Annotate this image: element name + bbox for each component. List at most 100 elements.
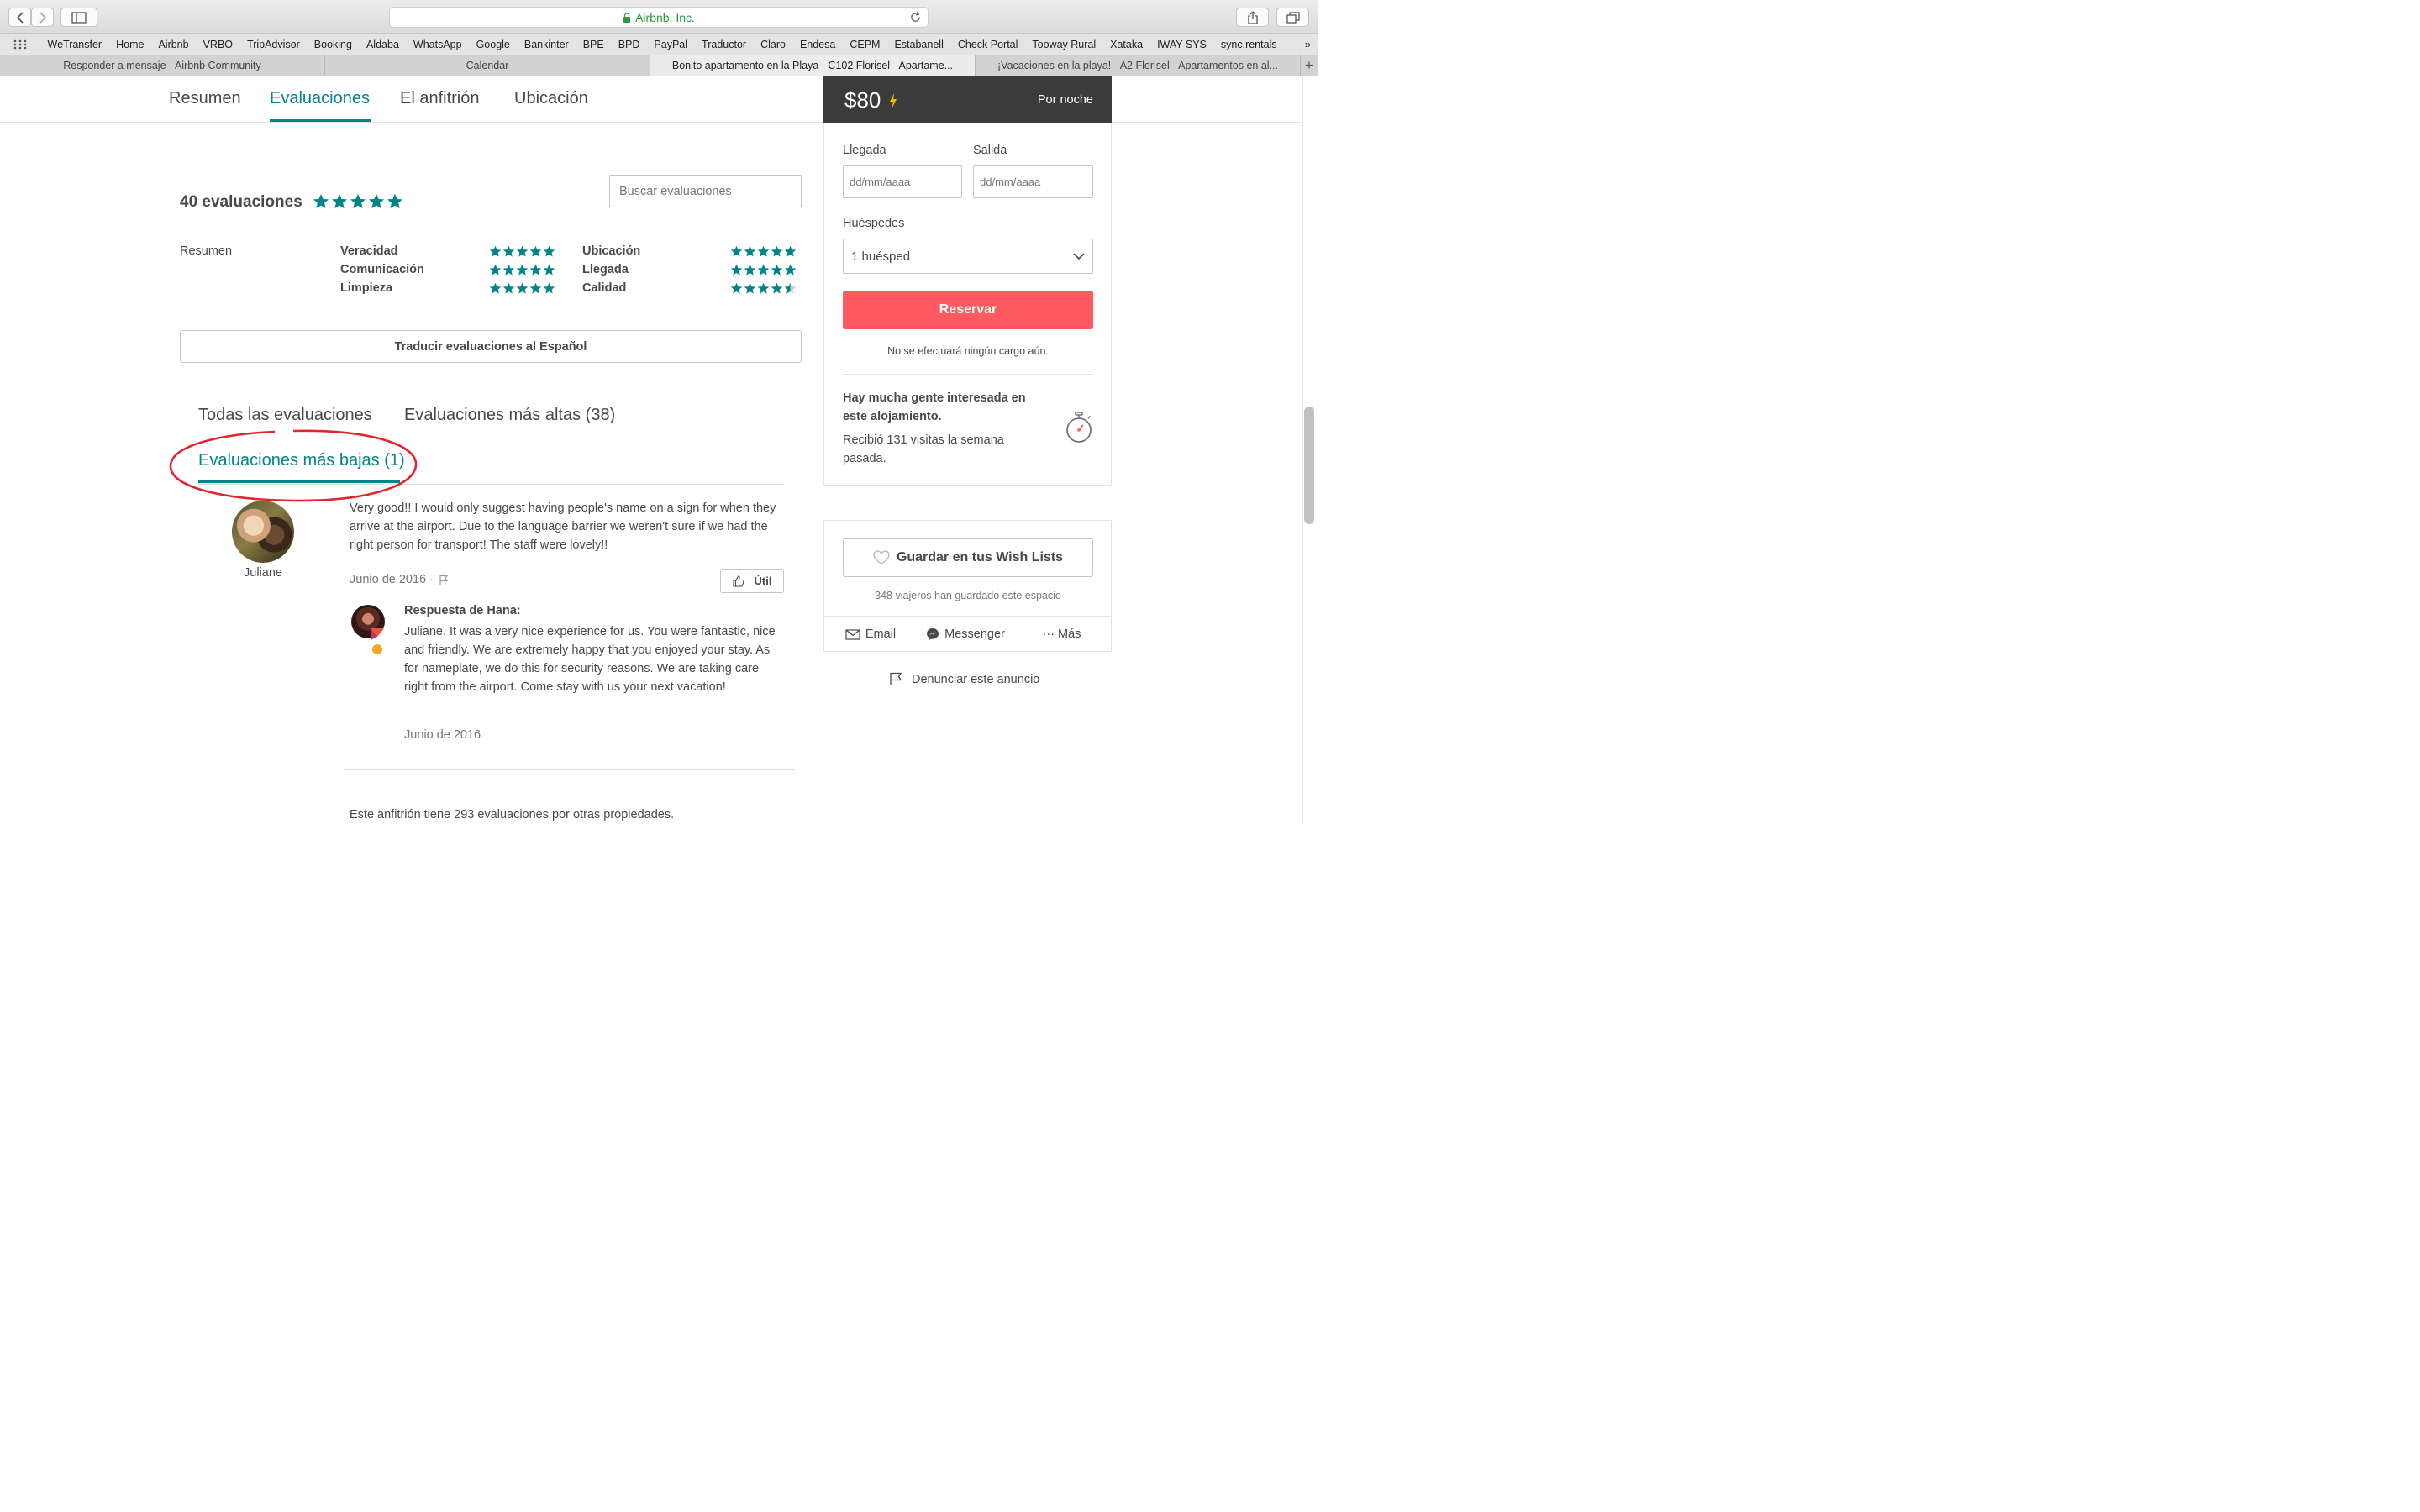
search-reviews-input[interactable] — [609, 175, 802, 207]
wishlist-count: 348 viajeros han guardado este espacio — [875, 590, 1061, 601]
guests-label: Huéspedes — [843, 217, 905, 230]
overall-rating-stars — [313, 193, 403, 210]
share-email-button[interactable]: Email — [823, 617, 918, 652]
share-email-label: Email — [865, 627, 897, 641]
nav-tab-evaluaciones[interactable]: Evaluaciones — [270, 89, 370, 108]
star-icon — [757, 245, 770, 257]
filter-tab-highest[interactable]: Evaluaciones más altas (38) — [404, 406, 615, 425]
bookmark-item[interactable]: Home — [109, 39, 151, 50]
bookmark-item[interactable]: IWAY SYS — [1150, 39, 1214, 50]
no-charge-note: No se efectuará ningún cargo aún. — [887, 345, 1049, 357]
checkin-date-input[interactable] — [843, 165, 962, 198]
back-button[interactable] — [8, 8, 31, 27]
share-messenger-button[interactable]: Messenger — [918, 617, 1013, 652]
bookmark-item[interactable]: WhatsApp — [406, 39, 469, 50]
bookmark-item[interactable]: Airbnb — [151, 39, 196, 50]
category-stars-limpieza — [489, 282, 555, 295]
guests-select[interactable]: 1 huésped — [843, 239, 1093, 274]
browser-tab[interactable]: Calendar — [325, 55, 650, 76]
nav-tab-resumen[interactable]: Resumen — [169, 89, 241, 108]
price-header: $80 Por noche — [823, 76, 1112, 123]
annotation-circle — [169, 429, 418, 502]
bookmark-item[interactable]: VRBO — [196, 39, 239, 50]
bookmark-item[interactable]: sync.rentals — [1213, 39, 1284, 50]
bookmarks-overflow-button[interactable]: » — [1305, 38, 1311, 50]
bookmark-item[interactable]: PayPal — [647, 39, 695, 50]
bookmark-item[interactable]: Booking — [307, 39, 359, 50]
bookmark-item[interactable]: WeTransfer — [40, 39, 109, 50]
new-tab-button[interactable]: + — [1301, 55, 1318, 76]
browser-tab[interactable]: ¡Vacaciones en la playa! - A2 Florisel -… — [976, 55, 1301, 76]
star-icon — [529, 245, 542, 257]
nav-tab-anfitrion[interactable]: El anfitrión — [400, 89, 480, 108]
report-listing-link[interactable]: Denunciar este anuncio — [889, 672, 1039, 686]
star-icon — [771, 264, 783, 276]
reviewer-name[interactable]: Juliane — [232, 566, 294, 580]
save-wishlist-button[interactable]: Guardar en tus Wish Lists — [843, 538, 1093, 577]
review-date: Junio de 2016 · — [350, 573, 450, 586]
share-row: Email Messenger ··· Más — [823, 616, 1112, 652]
email-icon — [845, 628, 860, 640]
filter-tab-all[interactable]: Todas las evaluaciones — [198, 406, 372, 425]
category-stars-veracidad — [489, 245, 555, 258]
per-night-label: Por noche — [1037, 93, 1093, 107]
reserve-button[interactable]: Reservar — [843, 291, 1093, 329]
bookmark-item[interactable]: Aldaba — [359, 39, 406, 50]
useful-button[interactable]: Útil — [720, 569, 784, 593]
other-properties-reviews[interactable]: Este anfitrión tiene 293 evaluaciones po… — [350, 808, 674, 822]
translate-reviews-button[interactable]: Traducir evaluaciones al Español — [180, 330, 802, 363]
tabs-overview-button[interactable] — [1276, 8, 1309, 27]
share-more-button[interactable]: ··· Más — [1013, 617, 1110, 652]
category-stars-comunicacion — [489, 264, 555, 276]
star-icon — [744, 245, 756, 257]
category-stars-ubicacion — [730, 245, 797, 258]
star-icon — [516, 245, 529, 257]
bookmark-item[interactable]: CEPM — [843, 39, 887, 50]
nav-active-indicator — [270, 119, 371, 122]
bookmark-item[interactable]: Check Portal — [950, 39, 1025, 50]
apps-grid-icon[interactable] — [0, 39, 40, 50]
bookmark-item[interactable]: BPE — [576, 39, 611, 50]
category-stars-calidad — [730, 282, 797, 295]
bookmark-item[interactable]: Bankinter — [517, 39, 576, 50]
bookmark-item[interactable]: Google — [469, 39, 517, 50]
bookmark-item[interactable]: Claro — [754, 39, 793, 50]
page-scrollbar[interactable] — [1304, 407, 1314, 524]
bookmark-item[interactable]: Endesa — [792, 39, 842, 50]
star-icon — [529, 264, 542, 276]
reload-icon[interactable] — [909, 11, 922, 26]
browser-tab-bar: Responder a mensaje - Airbnb Community C… — [0, 55, 1318, 76]
bookmark-item[interactable]: Tooway Rural — [1025, 39, 1103, 50]
bookmark-item[interactable]: TripAdvisor — [240, 39, 308, 50]
url-text: Airbnb, Inc. — [635, 10, 695, 24]
flag-icon[interactable] — [439, 575, 450, 585]
bookmark-item[interactable]: Xataka — [1103, 39, 1150, 50]
category-stars-llegada — [730, 264, 797, 276]
category-label-calidad: Calidad — [582, 281, 627, 295]
bookmark-item[interactable]: BPD — [611, 39, 647, 50]
category-label-llegada: Llegada — [582, 263, 629, 276]
bookmark-item[interactable]: Estabanell — [887, 39, 950, 50]
browser-tab-active[interactable]: Bonito apartamento en la Playa - C102 Fl… — [650, 55, 976, 76]
host-response-title: Respuesta de Hana: — [404, 604, 521, 617]
nav-tab-ubicacion[interactable]: Ubicación — [514, 89, 588, 108]
sidebar-toggle-button[interactable] — [60, 8, 97, 27]
interest-title: Hay mucha gente interesada en este aloja… — [843, 391, 1026, 423]
messenger-icon — [927, 628, 939, 640]
checkout-date-input[interactable] — [973, 165, 1093, 198]
browser-tab[interactable]: Responder a mensaje - Airbnb Community — [0, 55, 325, 76]
thumbs-up-icon — [732, 575, 744, 587]
address-bar[interactable]: Airbnb, Inc. — [389, 7, 929, 28]
star-icon — [730, 282, 743, 294]
reviews-count: 40 evaluaciones — [180, 193, 302, 211]
forward-button[interactable] — [31, 8, 54, 27]
chevron-left-icon — [16, 11, 24, 24]
reviewer-avatar[interactable] — [232, 501, 294, 563]
star-icon — [369, 194, 384, 208]
share-button[interactable] — [1236, 8, 1269, 27]
divider — [843, 374, 1093, 375]
star-icon — [543, 245, 555, 257]
star-icon — [784, 282, 797, 294]
review-text: Very good!! I would only suggest having … — [350, 501, 776, 552]
bookmark-item[interactable]: Traductor — [695, 39, 754, 50]
